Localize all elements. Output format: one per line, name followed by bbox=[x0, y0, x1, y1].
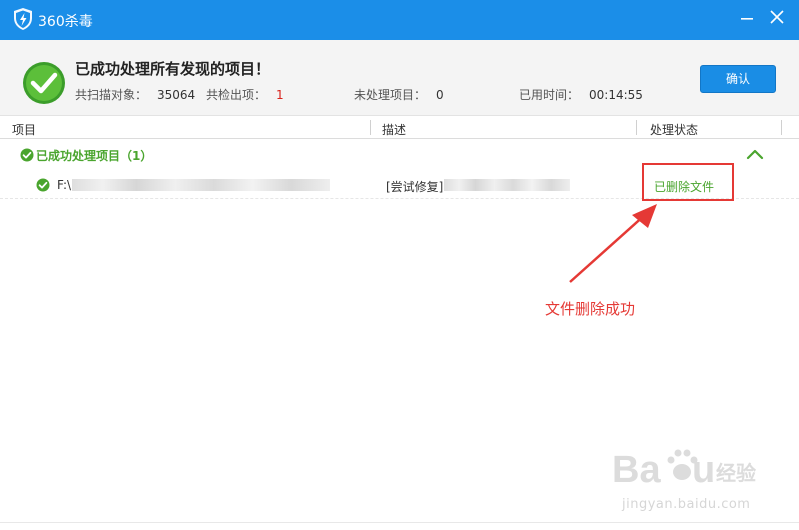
footer-divider bbox=[0, 522, 799, 523]
annotation-note: 文件删除成功 bbox=[545, 300, 636, 318]
watermark-brand-latin: Ba bbox=[612, 449, 661, 491]
column-status[interactable]: 处理状态 bbox=[650, 121, 698, 138]
watermark-brand-cn: 经验 bbox=[716, 461, 756, 485]
check-circle-icon bbox=[23, 62, 65, 104]
column-divider[interactable] bbox=[781, 120, 782, 135]
result-headline: 已成功处理所有发现的项目！ bbox=[75, 60, 271, 78]
table-header: 项目 描述 处理状态 bbox=[0, 117, 799, 139]
watermark-url: jingyan.baidu.com bbox=[622, 497, 751, 512]
elapsed-time: 已用时间： 00:14:55 bbox=[519, 86, 643, 103]
unhandled-count: 未处理项目： 0 bbox=[354, 86, 444, 103]
found-value: 1 bbox=[276, 88, 284, 102]
check-circle-icon bbox=[36, 178, 50, 192]
found-count: 共检出项： 1 bbox=[206, 86, 284, 103]
scanned-count: 共扫描对象： 35064 bbox=[75, 86, 195, 103]
shield-lightning-icon bbox=[14, 8, 32, 30]
window-title: 360杀毒 bbox=[38, 14, 93, 30]
unhandled-label: 未处理项目： bbox=[354, 88, 427, 102]
time-label: 已用时间： bbox=[519, 88, 580, 102]
highlight-box bbox=[642, 163, 734, 201]
scanned-value: 35064 bbox=[157, 88, 196, 102]
title-bar: 360杀毒 bbox=[0, 0, 799, 40]
confirm-button[interactable]: 确认 bbox=[700, 65, 776, 93]
baidu-jingyan-watermark: Ba u 经验 bbox=[612, 449, 756, 491]
scanned-label: 共扫描对象： bbox=[75, 88, 148, 102]
unhandled-value: 0 bbox=[436, 88, 444, 102]
found-label: 共检出项： bbox=[206, 88, 267, 102]
minimize-icon[interactable] bbox=[736, 6, 758, 28]
watermark-brand-latin-end: u bbox=[692, 449, 715, 491]
redacted-path bbox=[72, 179, 330, 191]
chevron-up-icon[interactable] bbox=[746, 148, 764, 160]
annotation-arrow-icon bbox=[569, 204, 657, 283]
file-path: F:\ bbox=[57, 178, 72, 192]
check-circle-icon bbox=[20, 148, 34, 162]
group-label: 已成功处理项目（1） bbox=[36, 149, 153, 163]
result-summary: 已成功处理所有发现的项目！ 共扫描对象： 35064 共检出项： 1 未处理项目： 0… bbox=[0, 40, 799, 116]
column-divider[interactable] bbox=[370, 120, 371, 135]
redacted-description bbox=[444, 179, 570, 191]
column-item[interactable]: 项目 bbox=[12, 121, 36, 138]
column-divider[interactable] bbox=[636, 120, 637, 135]
time-value: 00:14:55 bbox=[589, 88, 643, 102]
close-icon[interactable] bbox=[766, 6, 788, 28]
column-description[interactable]: 描述 bbox=[382, 121, 406, 138]
item-description: [尝试修复] bbox=[386, 180, 444, 194]
